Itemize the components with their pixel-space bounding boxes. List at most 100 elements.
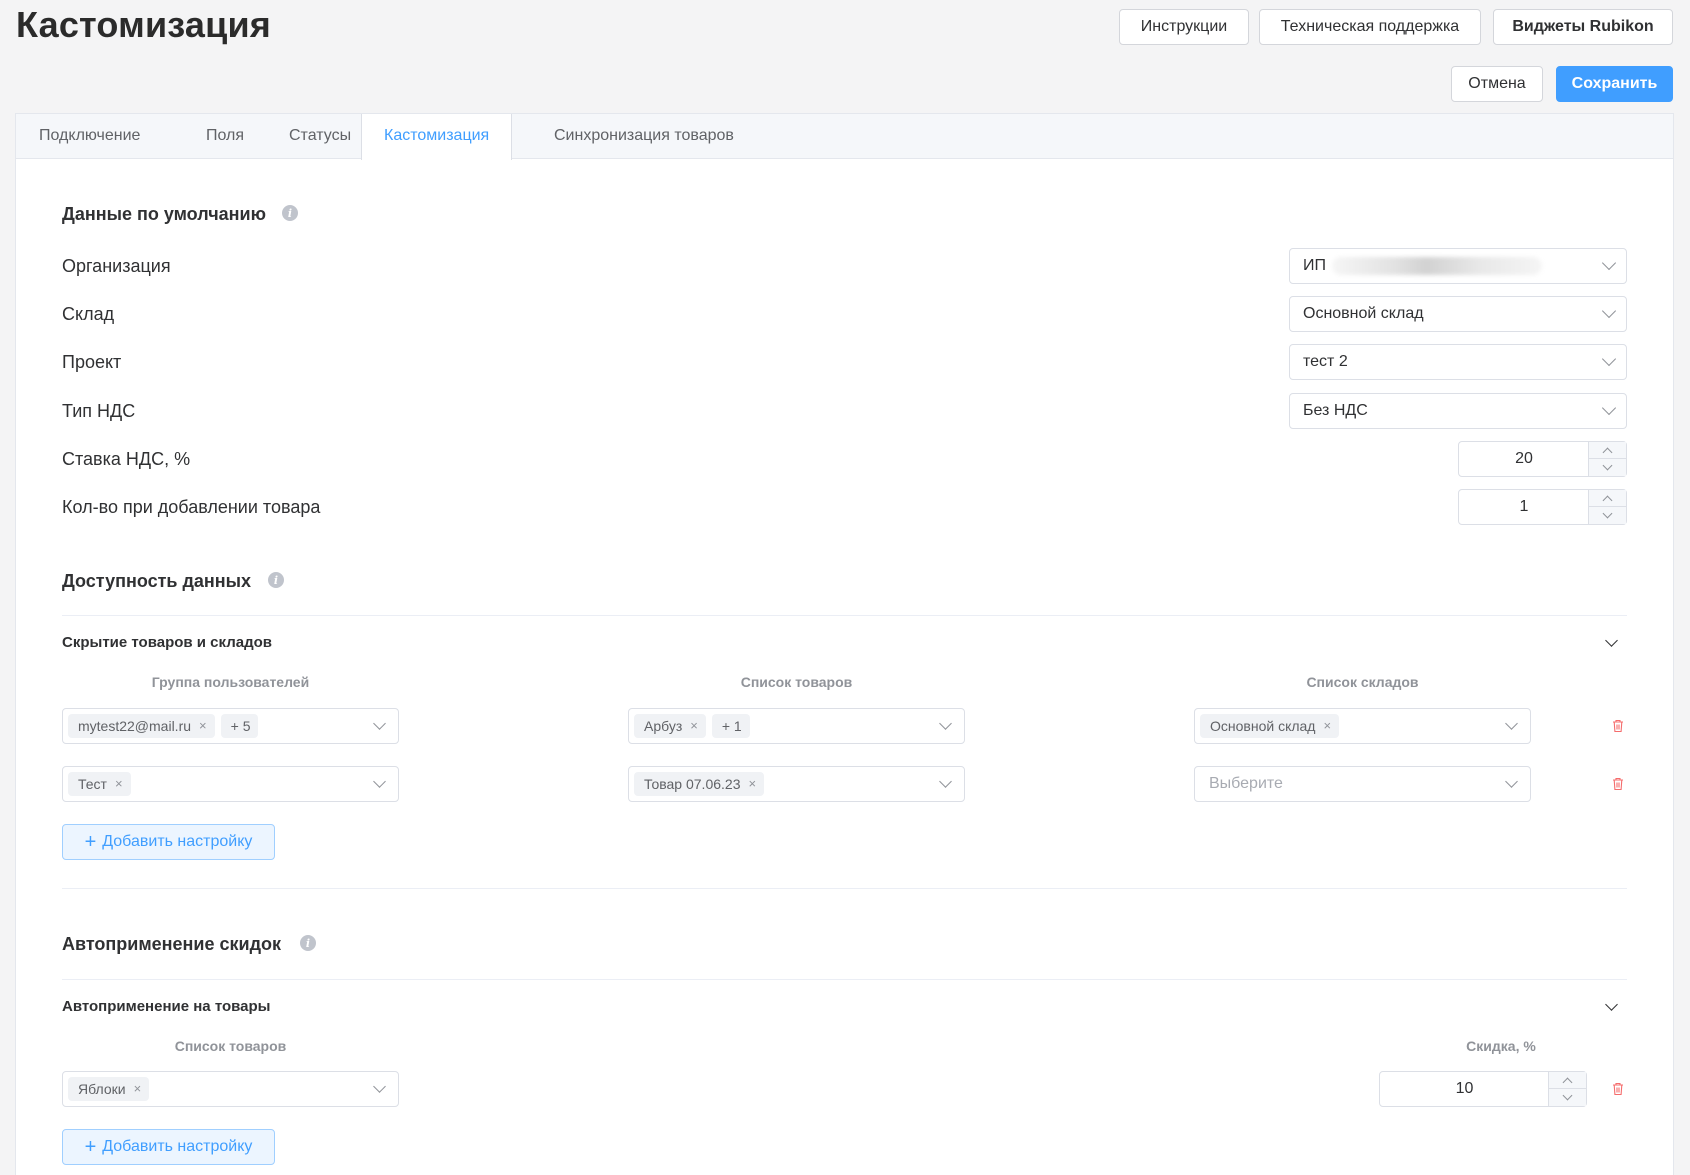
redacted-organization-name xyxy=(1332,257,1542,275)
discounts-section-title: Автоприменение скидок xyxy=(62,934,282,954)
vat-rate-label: Ставка НДС, % xyxy=(62,449,191,469)
discount-stepper[interactable]: 10 xyxy=(1379,1071,1587,1107)
user-group-tag: mytest22@mail.ru × xyxy=(68,714,215,738)
vat-rate-value[interactable]: 20 xyxy=(1459,442,1589,476)
discount-product-multiselect[interactable]: Яблоки × xyxy=(62,1071,399,1107)
info-icon[interactable]: i xyxy=(282,205,298,221)
info-icon[interactable]: i xyxy=(268,572,284,588)
plus-icon: + xyxy=(84,1136,97,1158)
increment-icon[interactable] xyxy=(1589,490,1627,507)
widgets-button[interactable]: Виджеты Rubikon xyxy=(1493,9,1673,45)
tag-label: Арбуз xyxy=(644,718,683,734)
info-icon[interactable]: i xyxy=(300,935,316,951)
project-select[interactable]: тест 2 xyxy=(1289,344,1627,380)
warehouse-value: Основной склад xyxy=(1303,305,1424,322)
close-icon[interactable]: × xyxy=(115,772,123,796)
support-button[interactable]: Техническая поддержка xyxy=(1259,9,1481,45)
chevron-down-icon xyxy=(1505,775,1518,788)
warehouse-multiselect[interactable]: Основной склад × xyxy=(1194,708,1531,744)
column-header-warehouses: Список складов xyxy=(1306,674,1419,690)
user-group-multiselect[interactable]: mytest22@mail.ru × + 5 xyxy=(62,708,399,744)
decrement-icon[interactable] xyxy=(1589,459,1627,476)
more-count-tag: + 1 xyxy=(711,714,750,738)
chevron-down-icon xyxy=(1505,717,1518,730)
vat-type-value: Без НДС xyxy=(1303,402,1368,419)
product-tag: Арбуз × xyxy=(634,714,706,738)
availability-section-title: Доступность данных xyxy=(62,571,252,591)
vat-type-select[interactable]: Без НДС xyxy=(1289,393,1627,429)
organization-value: ИП xyxy=(1303,257,1326,274)
chevron-down-icon xyxy=(1601,255,1617,271)
collapse-chevron-icon[interactable] xyxy=(1605,634,1618,647)
instructions-button[interactable]: Инструкции xyxy=(1119,9,1249,45)
column-header-products: Список товаров xyxy=(174,1038,287,1054)
stepper-controls xyxy=(1588,442,1627,476)
add-discount-setting-button[interactable]: + Добавить настройку xyxy=(62,1129,275,1165)
divider xyxy=(62,979,1627,980)
increment-icon[interactable] xyxy=(1549,1072,1587,1089)
column-header-discount: Скидка, % xyxy=(1466,1038,1536,1054)
stepper-controls xyxy=(1588,490,1627,524)
cancel-button[interactable]: Отмена xyxy=(1451,66,1543,102)
stepper-controls xyxy=(1548,1072,1587,1106)
warehouse-tag: Основной склад × xyxy=(1200,714,1340,738)
divider xyxy=(62,615,1627,616)
warehouse-placeholder: Выберите xyxy=(1209,775,1283,792)
add-setting-button[interactable]: + Добавить настройку xyxy=(62,824,275,860)
organization-select[interactable]: ИП xyxy=(1289,248,1627,284)
chevron-down-icon xyxy=(1601,400,1617,416)
chevron-down-icon xyxy=(939,775,952,788)
close-icon[interactable]: × xyxy=(199,714,207,738)
qty-stepper[interactable]: 1 xyxy=(1458,489,1627,525)
project-label: Проект xyxy=(62,352,122,372)
close-icon[interactable]: × xyxy=(748,772,756,796)
project-value: тест 2 xyxy=(1303,353,1348,370)
close-icon[interactable]: × xyxy=(134,1077,142,1101)
chevron-down-icon xyxy=(373,775,386,788)
tag-label: Товар 07.06.23 xyxy=(644,776,741,792)
increment-icon[interactable] xyxy=(1589,442,1627,459)
decrement-icon[interactable] xyxy=(1549,1089,1587,1106)
qty-value[interactable]: 1 xyxy=(1459,490,1589,524)
trash-icon[interactable] xyxy=(1612,719,1624,733)
save-button[interactable]: Сохранить xyxy=(1556,66,1673,102)
tab-connection[interactable]: Подключение xyxy=(17,114,162,159)
discount-value[interactable]: 10 xyxy=(1380,1072,1549,1106)
tab-bar: Подключение Поля Статусы Кастомизация Си… xyxy=(16,114,1673,160)
tab-statuses[interactable]: Статусы xyxy=(267,114,373,159)
chevron-down-icon xyxy=(1601,303,1617,319)
user-group-tag: Тест × xyxy=(68,772,131,796)
tab-product-sync[interactable]: Синхронизация товаров xyxy=(532,114,756,159)
column-header-products: Список товаров xyxy=(740,674,853,690)
qty-label: Кол-во при добавлении товара xyxy=(62,497,321,517)
trash-icon[interactable] xyxy=(1612,1082,1624,1096)
warehouse-label: Склад xyxy=(62,304,115,324)
warehouse-select[interactable]: Основной склад xyxy=(1289,296,1627,332)
defaults-section-title: Данные по умолчанию xyxy=(62,204,266,224)
tab-fields[interactable]: Поля xyxy=(184,114,266,159)
product-multiselect[interactable]: Арбуз × + 1 xyxy=(628,708,965,744)
product-multiselect[interactable]: Товар 07.06.23 × xyxy=(628,766,965,802)
warehouse-multiselect[interactable]: Выберите xyxy=(1194,766,1531,802)
tab-customization[interactable]: Кастомизация xyxy=(361,114,513,160)
product-tag: Товар 07.06.23 × xyxy=(634,772,765,796)
decrement-icon[interactable] xyxy=(1589,507,1627,524)
close-icon[interactable]: × xyxy=(1323,714,1331,738)
tag-label: Яблоки xyxy=(78,1081,126,1097)
chevron-down-icon xyxy=(1601,351,1617,367)
trash-icon[interactable] xyxy=(1612,777,1624,791)
product-tag: Яблоки × xyxy=(68,1077,150,1101)
organization-label: Организация xyxy=(62,256,171,276)
plus-icon: + xyxy=(84,831,97,853)
close-icon[interactable]: × xyxy=(690,714,698,738)
settings-panel: Подключение Поля Статусы Кастомизация Си… xyxy=(15,113,1674,1175)
vat-type-label: Тип НДС xyxy=(62,401,136,421)
vat-rate-stepper[interactable]: 20 xyxy=(1458,441,1627,477)
add-setting-label: Добавить настройку xyxy=(102,1138,253,1155)
user-group-multiselect[interactable]: Тест × xyxy=(62,766,399,802)
divider xyxy=(62,888,1627,889)
tag-label: Основной склад xyxy=(1210,718,1316,734)
chevron-down-icon xyxy=(373,717,386,730)
tag-label: mytest22@mail.ru xyxy=(78,718,192,734)
collapse-chevron-icon[interactable] xyxy=(1605,998,1618,1011)
